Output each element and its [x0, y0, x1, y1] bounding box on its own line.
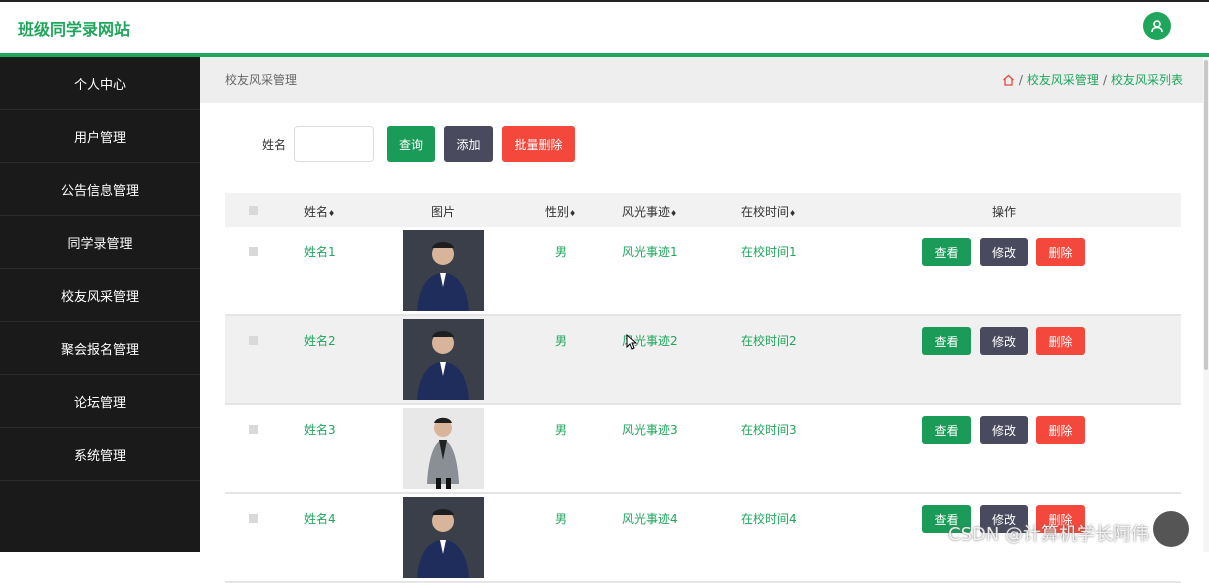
view-button[interactable]: 查看 [922, 327, 971, 355]
view-button[interactable]: 查看 [922, 238, 971, 266]
main-content: 校友风采管理 / 校友风采管理 / 校友风采列表 姓名 查询 添加 批量删除 姓… [200, 57, 1203, 583]
edit-button[interactable]: 修改 [980, 416, 1028, 444]
cell-name: 姓名4 [304, 512, 336, 526]
alumni-photo [403, 319, 484, 400]
cell-school-time: 在校时间1 [741, 245, 797, 259]
cell-gender: 男 [555, 245, 568, 259]
view-button[interactable]: 查看 [922, 416, 971, 444]
sidebar-item-reunion-management[interactable]: 聚会报名管理 [0, 322, 200, 375]
table-row: 姓名1 男 风光事迹1 在校时间1 查看 修改 删除 [225, 227, 1181, 316]
row-checkbox[interactable] [249, 247, 258, 256]
mouse-cursor-icon [626, 334, 637, 350]
breadcrumb: / 校友风采管理 / 校友风采列表 [1002, 71, 1183, 88]
alumni-photo [403, 408, 484, 489]
row-checkbox[interactable] [249, 514, 258, 523]
sidebar: 个人中心 用户管理 公告信息管理 同学录管理 校友风采管理 聚会报名管理 论坛管… [0, 57, 200, 552]
watermark: CSDN @计算机学长阿伟 [948, 524, 1150, 545]
sidebar-item-personal-center[interactable]: 个人中心 [0, 57, 200, 110]
breadcrumb-link-alumni[interactable]: 校友风采管理 [1027, 71, 1099, 88]
edit-button[interactable]: 修改 [980, 238, 1028, 266]
top-header: 班级同学录网站 [0, 0, 1209, 57]
delete-button[interactable]: 删除 [1036, 416, 1085, 444]
sort-icon: ♦ [670, 209, 678, 218]
header-school-time[interactable]: 在校时间♦ [741, 203, 796, 220]
cell-school-time: 在校时间4 [741, 512, 797, 526]
sort-icon: ♦ [328, 209, 336, 218]
header-actions: 操作 [992, 205, 1017, 219]
user-icon [1151, 20, 1163, 33]
alumni-photo [403, 230, 484, 311]
breadcrumb-current: 校友风采列表 [1110, 73, 1183, 87]
add-button[interactable]: 添加 [444, 126, 494, 162]
select-all-checkbox[interactable] [249, 206, 258, 215]
sidebar-item-classmate-management[interactable]: 同学录管理 [0, 216, 200, 269]
cell-school-time: 在校时间2 [741, 334, 797, 348]
cell-gender: 男 [555, 334, 568, 348]
cell-deeds: 风光事迹4 [622, 512, 678, 526]
sidebar-item-user-management[interactable]: 用户管理 [0, 110, 200, 163]
alumni-photo [403, 497, 484, 578]
edit-button[interactable]: 修改 [980, 327, 1028, 355]
cell-gender: 男 [555, 512, 568, 526]
table-row: 姓名3 男 风光事迹3 在校时间3 查看 修改 删除 [225, 405, 1181, 494]
sidebar-item-forum-management[interactable]: 论坛管理 [0, 375, 200, 428]
breadcrumb-separator: / [1018, 72, 1023, 87]
cell-gender: 男 [555, 423, 568, 437]
search-bar: 姓名 查询 添加 批量删除 [262, 126, 576, 162]
row-checkbox[interactable] [249, 336, 258, 345]
cell-deeds: 风光事迹3 [622, 423, 678, 437]
breadcrumb-separator: / [1102, 72, 1107, 87]
query-button[interactable]: 查询 [387, 126, 436, 162]
header-image: 图片 [431, 205, 456, 219]
home-icon[interactable] [1002, 74, 1015, 86]
scrollbar-thumb[interactable] [1204, 60, 1208, 370]
delete-button[interactable]: 删除 [1036, 327, 1085, 355]
header-gender[interactable]: 性别♦ [545, 203, 576, 220]
sidebar-item-alumni-management[interactable]: 校友风采管理 [0, 269, 200, 322]
user-avatar-button[interactable] [1143, 12, 1171, 40]
cell-name: 姓名1 [304, 245, 336, 259]
cell-school-time: 在校时间3 [741, 423, 797, 437]
row-checkbox[interactable] [249, 425, 258, 434]
site-title: 班级同学录网站 [18, 20, 131, 39]
page-title: 校友风采管理 [225, 73, 298, 87]
sort-icon: ♦ [569, 209, 577, 218]
back-to-top-button[interactable] [1153, 511, 1189, 547]
cell-name: 姓名3 [304, 423, 336, 437]
table-header: 姓名♦ 图片 性别♦ 风光事迹♦ 在校时间♦ 操作 [225, 193, 1181, 227]
header-deeds[interactable]: 风光事迹♦ [622, 203, 677, 220]
cell-deeds: 风光事迹1 [622, 245, 678, 259]
cell-name: 姓名2 [304, 334, 336, 348]
sidebar-item-announcement-management[interactable]: 公告信息管理 [0, 163, 200, 216]
sidebar-item-system-management[interactable]: 系统管理 [0, 428, 200, 481]
delete-button[interactable]: 删除 [1036, 238, 1085, 266]
table-row: 姓名2 男 风光事迹2 在校时间2 查看 修改 删除 [225, 316, 1181, 405]
search-name-input[interactable] [294, 126, 375, 162]
header-name[interactable]: 姓名♦ [304, 203, 335, 220]
search-name-label: 姓名 [262, 137, 287, 152]
bulk-delete-button[interactable]: 批量删除 [502, 126, 576, 162]
breadcrumb-bar: 校友风采管理 / 校友风采管理 / 校友风采列表 [200, 57, 1203, 103]
sort-icon: ♦ [789, 209, 797, 218]
